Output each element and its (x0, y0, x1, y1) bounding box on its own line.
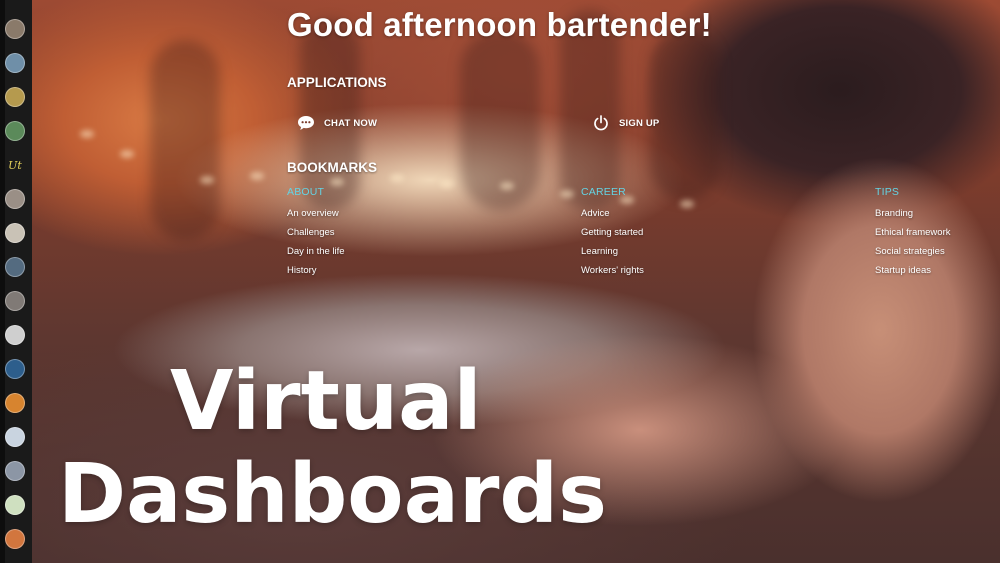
tips-heading: TIPS (875, 186, 900, 198)
app-ut-logo-icon[interactable]: Ut (5, 155, 25, 175)
bookmark-link-startup-ideas[interactable]: Startup ideas (875, 265, 995, 284)
app-skyline-icon[interactable] (5, 257, 25, 277)
bookmark-link-history[interactable]: History (287, 265, 487, 284)
overlay-title-line-2: Dashboards (58, 447, 607, 542)
greeting-title: Good afternoon bartender! (287, 6, 712, 43)
bookmark-column-about: ABOUT An overview Challenges Day in the … (287, 186, 487, 284)
about-heading: ABOUT (287, 186, 325, 198)
bookmark-column-tips: TIPS Branding Ethical framework Social s… (875, 186, 995, 284)
career-heading: CAREER (581, 186, 626, 198)
bookmark-link-workers-rights[interactable]: Workers' rights (581, 265, 781, 284)
app-sunset-icon[interactable] (5, 529, 25, 549)
chat-now-button[interactable]: CHAT NOW (297, 113, 377, 133)
app-grid-icon[interactable] (5, 393, 25, 413)
app-coin-icon[interactable] (5, 87, 25, 107)
dock-rail (0, 0, 5, 563)
chat-icon (297, 114, 315, 132)
bookmark-link-challenges[interactable]: Challenges (287, 227, 487, 246)
app-portrait-icon[interactable] (5, 189, 25, 209)
bookmark-link-an-overview[interactable]: An overview (287, 208, 487, 227)
app-gear-icon[interactable] (5, 291, 25, 311)
app-ring-icon[interactable] (5, 359, 25, 379)
overlay-title-line-1: Virtual (170, 354, 482, 449)
bookmark-link-social-strategies[interactable]: Social strategies (875, 246, 995, 265)
app-globe-icon[interactable] (5, 53, 25, 73)
sign-up-button[interactable]: SIGN UP (592, 113, 659, 133)
bookmark-column-career: CAREER Advice Getting started Learning W… (581, 186, 781, 284)
bookmark-link-ethical-framework[interactable]: Ethical framework (875, 227, 995, 246)
app-sphere-icon[interactable] (5, 427, 25, 447)
app-cube-icon[interactable] (5, 461, 25, 481)
app-pen-icon[interactable] (5, 325, 25, 345)
bookmark-link-day-in-the-life[interactable]: Day in the life (287, 246, 487, 265)
bookmark-link-branding[interactable]: Branding (875, 208, 995, 227)
bookmark-link-learning[interactable]: Learning (581, 246, 781, 265)
bookmark-link-getting-started[interactable]: Getting started (581, 227, 781, 246)
applications-heading: APPLICATIONS (287, 75, 387, 90)
sign-up-label: SIGN UP (619, 117, 660, 129)
app-landscape-icon[interactable] (5, 121, 25, 141)
app-avatar-icon[interactable] (5, 19, 25, 39)
overlay-title: Virtual Dashboards (58, 355, 607, 541)
chat-now-label: CHAT NOW (324, 117, 378, 129)
bookmark-link-advice[interactable]: Advice (581, 208, 781, 227)
bookmarks-heading: BOOKMARKS (287, 160, 377, 175)
app-profile-icon[interactable] (5, 223, 25, 243)
power-icon (592, 114, 610, 132)
app-dock: Ut (0, 0, 32, 563)
app-plant-icon[interactable] (5, 495, 25, 515)
